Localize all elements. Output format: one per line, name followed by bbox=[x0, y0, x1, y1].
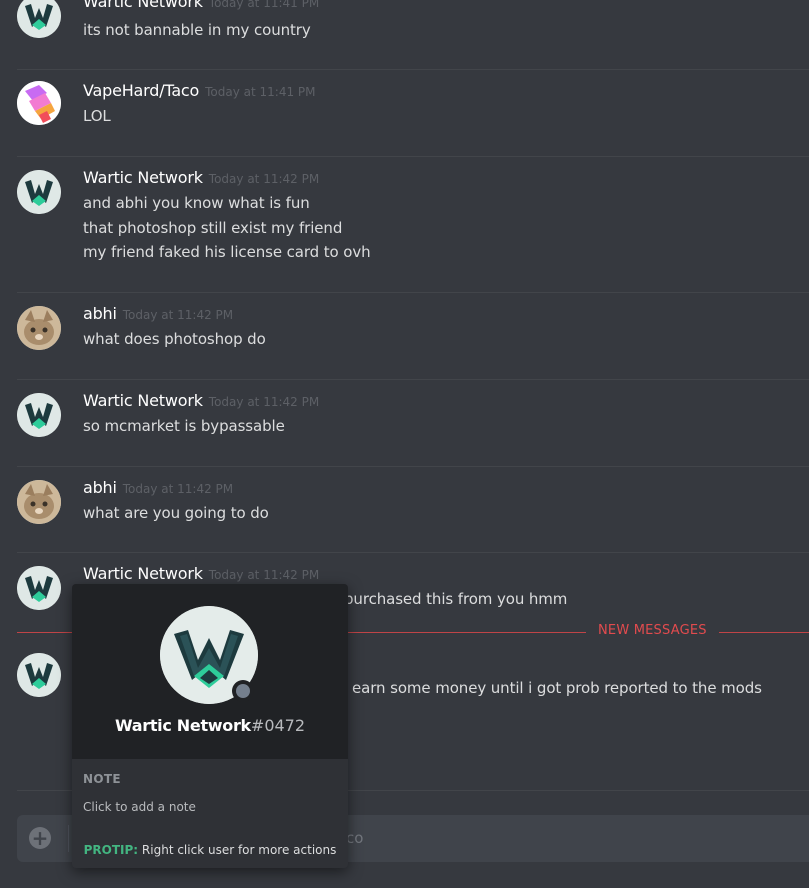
message-timestamp: Today at 11:42 PM bbox=[208, 172, 320, 186]
message-author[interactable]: abhi bbox=[83, 478, 117, 497]
wartic-logo-icon bbox=[17, 0, 61, 38]
composer-separator bbox=[68, 825, 69, 852]
offline-status-icon bbox=[232, 680, 254, 702]
message-timestamp: Today at 11:42 PM bbox=[122, 308, 234, 322]
message-text: what are you going to do bbox=[83, 504, 269, 522]
message-text: its not bannable in my country bbox=[83, 21, 311, 39]
message-text: that photoshop still exist my friend bbox=[83, 218, 343, 237]
message-text: LOL bbox=[83, 107, 111, 125]
wartic-avatar[interactable] bbox=[17, 566, 61, 610]
message-text: and abhi you know what is fun bbox=[83, 194, 310, 212]
wartic-logo-icon bbox=[17, 566, 61, 610]
wartic-avatar[interactable] bbox=[17, 0, 61, 38]
protip-text: Right click user for more actions bbox=[138, 843, 337, 857]
wartic-logo-icon bbox=[17, 170, 61, 214]
message-timestamp: Today at 11:42 PM bbox=[122, 482, 234, 496]
message-author[interactable]: Wartic Network bbox=[83, 564, 203, 583]
message-author[interactable]: abhi bbox=[83, 304, 117, 323]
popout-username[interactable]: Wartic Network#0472 bbox=[72, 716, 348, 735]
message-text: so mcmarket is bypassable bbox=[83, 417, 285, 435]
plus-icon: + bbox=[31, 826, 49, 850]
popout-header: Wartic Network#0472 bbox=[72, 584, 348, 759]
pixel-taco-icon bbox=[17, 81, 61, 125]
user-profile-popout: Wartic Network#0472 NOTE Click to add a … bbox=[72, 584, 348, 868]
wartic-avatar[interactable] bbox=[17, 653, 61, 697]
cat-photo-icon bbox=[17, 306, 61, 350]
message-author[interactable]: Wartic Network bbox=[83, 391, 203, 410]
message-timestamp: Today at 11:42 PM bbox=[208, 395, 320, 409]
message-text: what does photoshop do bbox=[83, 330, 266, 348]
abhi-avatar[interactable] bbox=[17, 480, 61, 524]
add-attachment-button[interactable]: + bbox=[29, 827, 51, 849]
message-timestamp: Today at 11:41 PM bbox=[208, 0, 320, 10]
discriminator-text: #0472 bbox=[250, 716, 306, 735]
wartic-avatar[interactable] bbox=[17, 393, 61, 437]
username-text: Wartic Network bbox=[114, 716, 251, 735]
abhi-avatar[interactable] bbox=[17, 306, 61, 350]
note-label: NOTE bbox=[83, 772, 121, 786]
protip-label: PROTIP: bbox=[83, 843, 139, 857]
cat-photo-icon bbox=[17, 480, 61, 524]
note-input[interactable]: Click to add a note bbox=[83, 800, 196, 814]
wartic-logo-icon bbox=[17, 393, 61, 437]
message-text: purchased this from you hmm bbox=[344, 590, 568, 608]
wartic-avatar[interactable] bbox=[17, 170, 61, 214]
vapehard-avatar[interactable] bbox=[17, 81, 61, 125]
message-author[interactable]: Wartic Network bbox=[83, 168, 203, 187]
wartic-logo-icon bbox=[17, 653, 61, 697]
message-timestamp: Today at 11:41 PM bbox=[205, 85, 316, 99]
message-author[interactable]: Wartic Network bbox=[83, 0, 203, 11]
protip: PROTIP: Right click user for more action… bbox=[72, 843, 348, 857]
message-input-placeholder[interactable]: co bbox=[346, 829, 363, 847]
message-author[interactable]: VapeHard/Taco bbox=[83, 81, 199, 100]
message-text: my friend faked his license card to ovh bbox=[83, 243, 371, 261]
new-messages-label[interactable]: NEW MESSAGES bbox=[586, 623, 719, 638]
message-text: earn some money until i got prob reporte… bbox=[352, 679, 762, 697]
message-timestamp: Today at 11:42 PM bbox=[208, 568, 320, 582]
